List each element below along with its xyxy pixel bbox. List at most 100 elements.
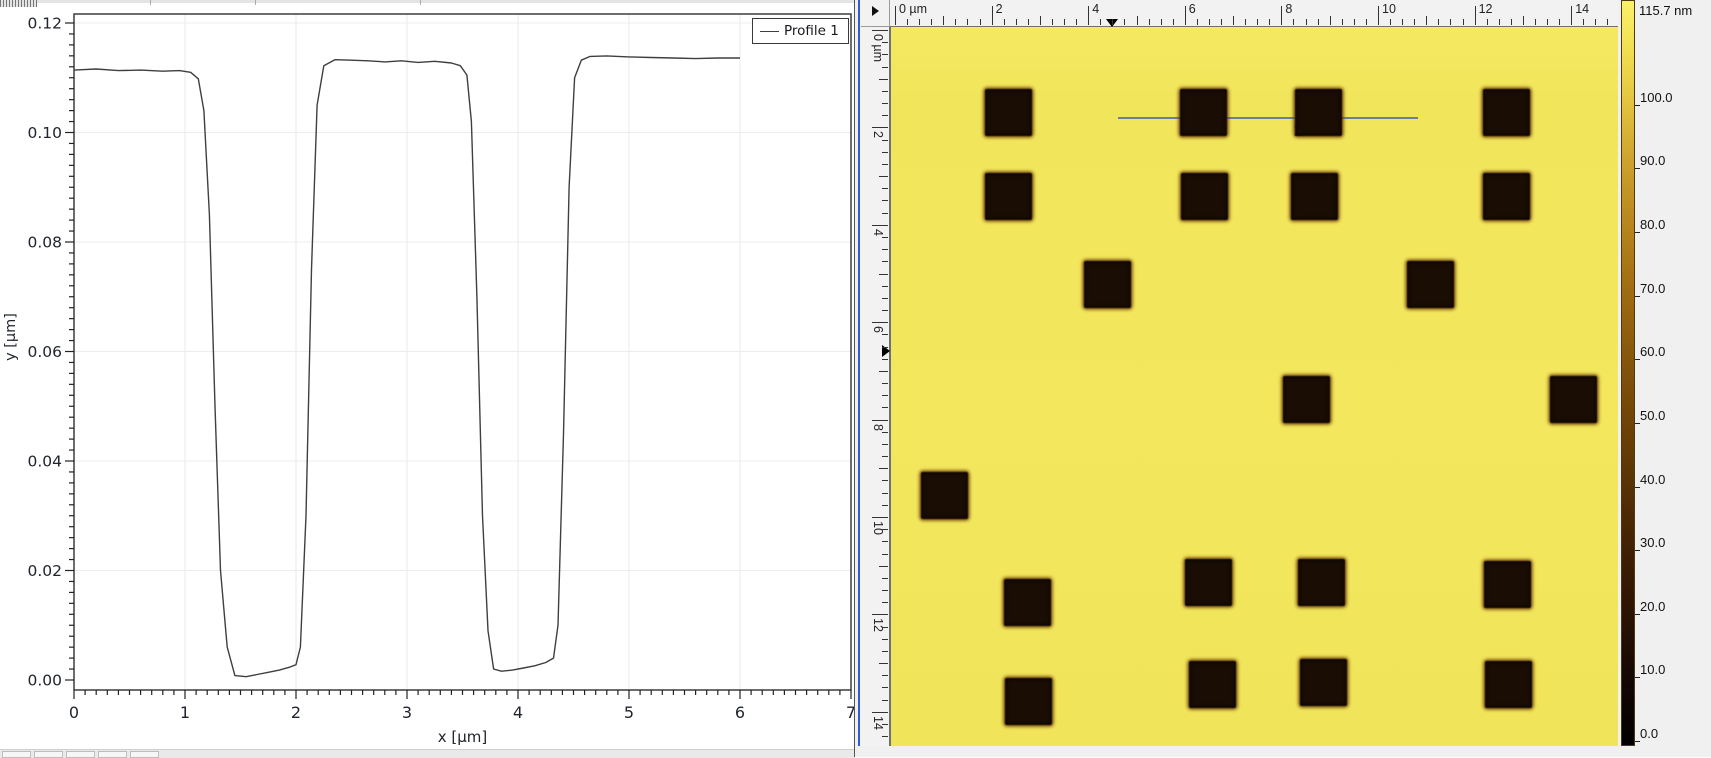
v-ruler-tick <box>879 176 888 177</box>
h-ruler-tick <box>1487 19 1488 25</box>
h-ruler-label: 6 <box>1189 2 1196 16</box>
h-ruler-tick <box>1595 19 1596 25</box>
h-ruler-tick <box>1124 19 1125 25</box>
afm-pit-square <box>1485 661 1532 708</box>
afm-image[interactable]: 1 <box>890 27 1618 746</box>
h-ruler-tick <box>1185 6 1186 25</box>
color-scale-tick <box>1635 423 1640 424</box>
v-ruler-tick <box>882 541 888 542</box>
x-tick-label: 1 <box>180 703 190 722</box>
v-ruler-tick <box>882 334 888 335</box>
h-ruler-tick <box>1402 19 1403 25</box>
v-ruler-tick <box>882 359 888 360</box>
color-scale-tick <box>1635 168 1640 169</box>
h-ruler-label: 2 <box>996 2 1003 16</box>
color-scale-tick <box>1635 359 1640 360</box>
h-ruler-tick <box>1269 19 1270 25</box>
h-ruler-tick <box>1535 19 1536 25</box>
v-ruler-tick <box>872 517 888 518</box>
h-ruler-tick <box>1088 6 1089 25</box>
h-ruler-tick <box>1149 19 1150 25</box>
horizontal-ruler[interactable]: 0 µm2468101214 <box>890 0 1618 27</box>
color-scale-tick <box>1635 677 1640 678</box>
v-ruler-tick <box>872 127 888 128</box>
v-ruler-tick <box>882 444 888 445</box>
h-ruler-tick <box>1414 19 1415 25</box>
afm-pit-square <box>1550 376 1597 423</box>
h-ruler-label: 4 <box>1092 2 1099 16</box>
h-ruler-tick <box>895 6 896 25</box>
x-tick-label: 5 <box>624 703 634 722</box>
v-ruler-tick <box>882 67 888 68</box>
v-ruler-tick <box>882 152 888 153</box>
color-scale-bar[interactable] <box>1621 0 1635 746</box>
h-ruler-tick <box>1342 19 1343 25</box>
h-ruler-tick <box>1438 19 1439 25</box>
color-scale-tick-label: 0.0 <box>1640 726 1658 741</box>
h-ruler-tick <box>1221 19 1222 25</box>
window-focus-edge <box>858 0 860 757</box>
ruler-corner-button[interactable] <box>861 0 890 27</box>
y-tick-label: 0.12 <box>27 15 62 33</box>
x-tick-label: 3 <box>402 703 412 722</box>
h-ruler-tick <box>919 19 920 25</box>
afm-pit-square <box>1483 173 1530 220</box>
afm-pit-square <box>1004 579 1051 626</box>
afm-pit-square <box>1300 659 1347 706</box>
color-scale-tick-label: 50.0 <box>1640 408 1665 423</box>
x-tick-label: 4 <box>513 703 523 722</box>
h-ruler-tick <box>1161 19 1162 25</box>
profile-selection-line[interactable] <box>1118 117 1417 119</box>
v-ruler-tick <box>882 651 888 652</box>
y-axis-title: y [µm] <box>3 313 19 361</box>
afm-pit-square <box>1283 376 1330 423</box>
color-scale-tick <box>1635 487 1640 488</box>
h-ruler-tick <box>1028 19 1029 25</box>
afm-pit-square <box>985 89 1032 136</box>
v-ruler-tick <box>882 554 888 555</box>
h-ruler-tick <box>1390 19 1391 25</box>
h-ruler-tick <box>1257 19 1258 25</box>
h-ruler-tick <box>1475 6 1476 25</box>
afm-pit-square <box>1084 261 1131 308</box>
v-ruler-tick <box>872 420 888 421</box>
v-ruler-tick <box>882 383 888 384</box>
color-scale-tick <box>1635 105 1640 106</box>
x-tick-label: 6 <box>735 703 745 722</box>
v-ruler-label: 12 <box>871 618 885 632</box>
h-ruler-tick <box>1040 16 1041 25</box>
v-ruler-label: 4 <box>871 229 885 236</box>
v-ruler-tick <box>882 505 888 506</box>
v-ruler-tick <box>882 103 888 104</box>
h-ruler-tick <box>1016 19 1017 25</box>
v-ruler-tick <box>882 432 888 433</box>
h-ruler-tick <box>955 19 956 25</box>
h-ruler-tick <box>1523 16 1524 25</box>
v-ruler-tick <box>882 578 888 579</box>
color-scale-tick-label: 80.0 <box>1640 217 1665 232</box>
vertical-ruler[interactable]: 0 µm2468101214 <box>861 27 890 746</box>
x-axis-title: x [µm] <box>438 728 488 746</box>
v-ruler-tick <box>882 700 888 701</box>
v-ruler-tick <box>879 79 888 80</box>
v-ruler-tick <box>882 675 888 676</box>
afm-pit-square <box>1295 89 1342 136</box>
h-ruler-tick <box>1499 19 1500 25</box>
profile-graph-window[interactable]: 0.000.020.040.060.080.100.1201234567x [µ… <box>0 0 856 757</box>
v-ruler-tick <box>879 566 888 567</box>
v-ruler-tick <box>882 347 888 348</box>
color-scale-max-label: 115.7 nm <box>1639 3 1692 18</box>
v-ruler-tick <box>882 237 888 238</box>
h-ruler-tick <box>1173 19 1174 25</box>
v-ruler-label: 14 <box>871 716 885 730</box>
h-ruler-label: 10 <box>1382 2 1396 16</box>
profile-graph-plot[interactable]: 0.000.020.040.060.080.100.1201234567x [µ… <box>0 0 856 757</box>
color-scale-tick-label: 10.0 <box>1640 662 1665 677</box>
v-ruler-label: 6 <box>871 326 885 333</box>
v-ruler-label: 8 <box>871 424 885 431</box>
v-ruler-tick <box>882 395 888 396</box>
v-ruler-tick <box>882 736 888 737</box>
v-ruler-tick <box>879 663 888 664</box>
h-ruler-tick <box>1306 19 1307 25</box>
h-ruler-tick <box>1378 6 1379 25</box>
